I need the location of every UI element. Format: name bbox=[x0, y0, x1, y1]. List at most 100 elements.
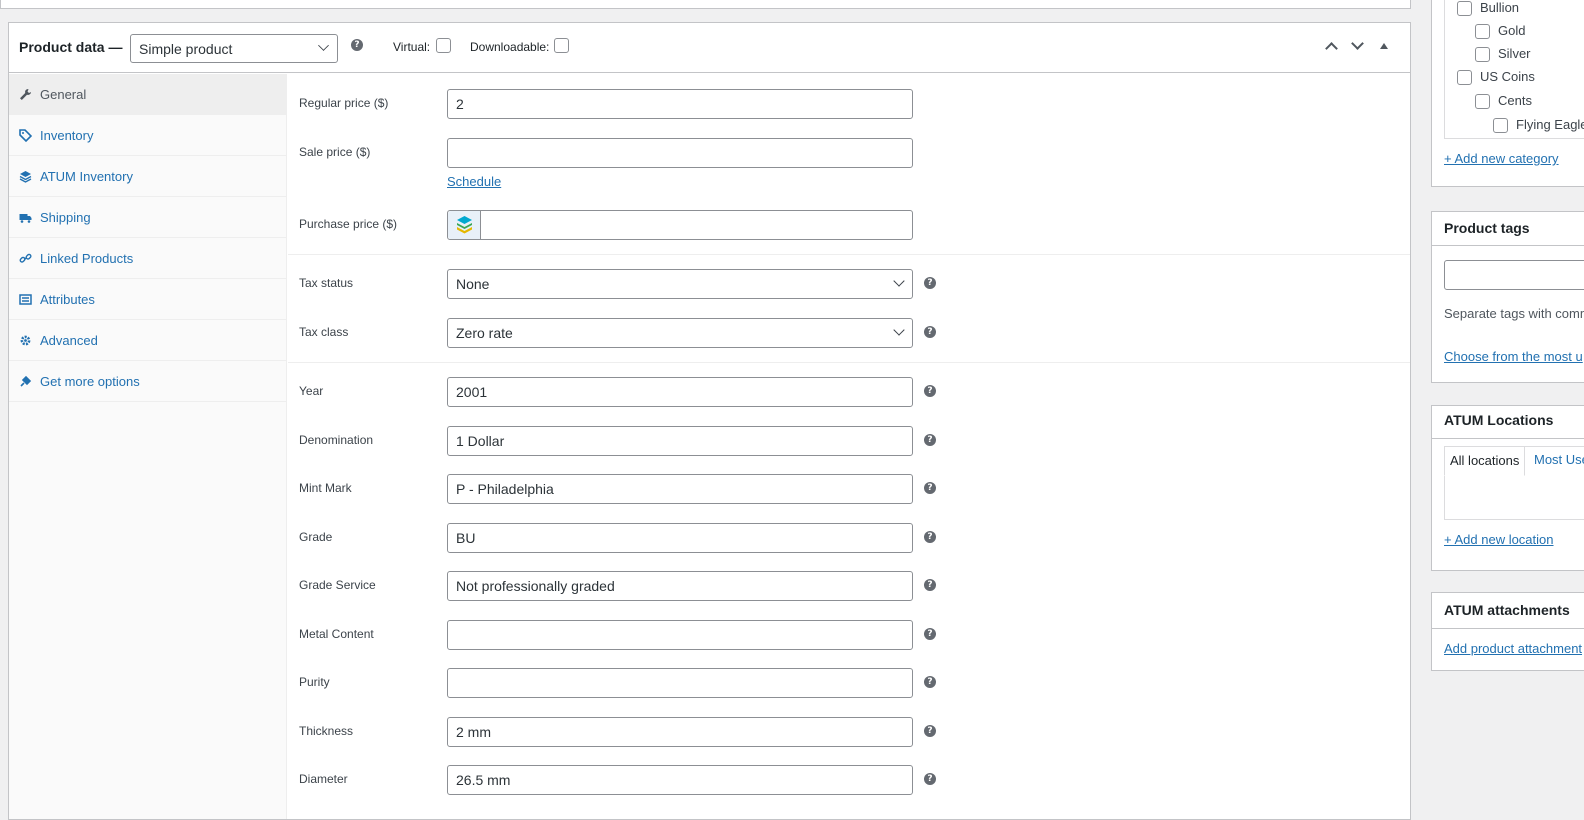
tab-label: Inventory bbox=[40, 128, 94, 143]
help-icon[interactable]: ? bbox=[924, 482, 936, 494]
grade-service-input[interactable]: Not professionally graded bbox=[447, 571, 913, 601]
choose-tags-link[interactable]: Choose from the most u bbox=[1444, 349, 1583, 364]
tax-status-select[interactable]: None bbox=[447, 269, 913, 299]
category-item[interactable]: Silver bbox=[1475, 46, 1531, 63]
divider bbox=[288, 362, 1410, 363]
tab-attributes[interactable]: Attributes bbox=[9, 279, 286, 320]
grade-input[interactable]: BU bbox=[447, 523, 913, 553]
tag-input[interactable] bbox=[1444, 260, 1584, 290]
tab-most-used[interactable]: Most Use bbox=[1534, 452, 1584, 467]
tab-get-more-options[interactable]: Get more options bbox=[9, 361, 286, 402]
divider bbox=[1432, 245, 1584, 246]
move-down-icon[interactable] bbox=[1351, 37, 1364, 50]
general-form: Regular price ($) 2 Sale price ($) Sched… bbox=[288, 74, 1410, 819]
tab-label: Shipping bbox=[40, 210, 91, 225]
help-icon[interactable]: ? bbox=[924, 579, 936, 591]
tab-shipping[interactable]: Shipping bbox=[9, 197, 286, 238]
tab-general[interactable]: General bbox=[9, 74, 286, 115]
regular-price-input[interactable]: 2 bbox=[447, 89, 913, 119]
help-icon[interactable]: ? bbox=[924, 773, 936, 785]
help-icon[interactable]: ? bbox=[924, 326, 936, 338]
help-icon[interactable]: ? bbox=[924, 531, 936, 543]
category-checkbox[interactable] bbox=[1475, 94, 1490, 110]
wrench-icon bbox=[19, 88, 32, 101]
sale-price-input[interactable] bbox=[447, 138, 913, 168]
help-icon[interactable]: ? bbox=[924, 434, 936, 446]
collapse-toggle-icon[interactable] bbox=[1380, 43, 1388, 49]
add-attachment-link[interactable]: Add product attachment bbox=[1444, 641, 1582, 656]
category-checkbox[interactable] bbox=[1457, 1, 1472, 17]
year-label: Year bbox=[299, 384, 324, 398]
help-icon[interactable]: ? bbox=[924, 676, 936, 688]
add-category-link[interactable]: + Add new category bbox=[1444, 151, 1559, 166]
product-type-select[interactable]: Simple product bbox=[130, 34, 338, 63]
add-location-link[interactable]: + Add new location bbox=[1444, 532, 1554, 547]
atum-attachments-box: ATUM attachments Add product attachment bbox=[1431, 592, 1584, 671]
atum-logo-icon bbox=[448, 211, 481, 239]
purchase-price-input[interactable] bbox=[447, 210, 913, 240]
diameter-input[interactable]: 26.5 mm bbox=[447, 765, 913, 795]
product-type-value: Simple product bbox=[139, 41, 233, 57]
category-checkbox[interactable] bbox=[1475, 24, 1490, 40]
downloadable-checkbox[interactable] bbox=[554, 38, 569, 53]
tab-all-locations[interactable]: All locations bbox=[1444, 446, 1526, 476]
tab-linked-products[interactable]: Linked Products bbox=[9, 238, 286, 279]
thickness-label: Thickness bbox=[299, 724, 354, 738]
category-item[interactable]: Bullion bbox=[1457, 0, 1519, 17]
chevron-down-icon bbox=[893, 324, 905, 336]
tab-inventory[interactable]: Inventory bbox=[9, 115, 286, 156]
atum-locations-box: ATUM Locations All locations Most Use + … bbox=[1431, 405, 1584, 571]
help-icon[interactable]: ? bbox=[351, 39, 363, 51]
category-item[interactable]: US Coins bbox=[1457, 69, 1535, 86]
virtual-checkbox[interactable] bbox=[436, 38, 451, 53]
help-icon[interactable]: ? bbox=[924, 628, 936, 640]
category-item[interactable]: Flying Eagle bbox=[1493, 117, 1584, 134]
year-input[interactable]: 2001 bbox=[447, 377, 913, 407]
product-data-tabs: General Inventory ATUM Inventory Shippin… bbox=[9, 74, 287, 819]
move-up-icon[interactable] bbox=[1325, 42, 1338, 55]
product-categories-box: Bullion Gold Silver US Coins Cents Flyin… bbox=[1431, 0, 1584, 187]
tax-class-select[interactable]: Zero rate bbox=[447, 318, 913, 348]
mint-mark-input[interactable]: P - Philadelphia bbox=[447, 474, 913, 504]
grade-service-label: Grade Service bbox=[299, 578, 376, 592]
help-icon[interactable]: ? bbox=[924, 385, 936, 397]
tab-advanced[interactable]: Advanced bbox=[9, 320, 286, 361]
diameter-label: Diameter bbox=[299, 772, 348, 786]
tab-label: Get more options bbox=[40, 374, 140, 389]
divider bbox=[1432, 628, 1584, 629]
tab-label: Advanced bbox=[40, 333, 98, 348]
category-checkbox[interactable] bbox=[1457, 70, 1472, 86]
tax-class-value: Zero rate bbox=[456, 325, 513, 341]
atum-attachments-title: ATUM attachments bbox=[1444, 602, 1570, 618]
category-checkbox[interactable] bbox=[1475, 47, 1490, 63]
grade-label: Grade bbox=[299, 530, 333, 544]
tags-hint: Separate tags with comm bbox=[1444, 306, 1584, 321]
purity-input[interactable] bbox=[447, 668, 913, 698]
truck-icon bbox=[19, 211, 32, 224]
atum-locations-title: ATUM Locations bbox=[1444, 412, 1554, 428]
category-item[interactable]: Cents bbox=[1475, 93, 1532, 110]
chevron-down-icon bbox=[318, 40, 329, 51]
product-tags-title: Product tags bbox=[1444, 220, 1530, 236]
link-icon bbox=[19, 252, 32, 265]
thickness-input[interactable]: 2 mm bbox=[447, 717, 913, 747]
list-icon bbox=[19, 293, 32, 306]
tab-label: ATUM Inventory bbox=[40, 169, 133, 184]
tab-label: Attributes bbox=[40, 292, 95, 307]
plugin-icon bbox=[19, 375, 32, 388]
help-icon[interactable]: ? bbox=[924, 725, 936, 737]
tax-class-label: Tax class bbox=[299, 325, 349, 339]
help-icon[interactable]: ? bbox=[924, 277, 936, 289]
category-checklist: Bullion Gold Silver US Coins Cents Flyin… bbox=[1444, 0, 1584, 139]
tab-label: General bbox=[40, 87, 87, 102]
product-data-header: Product data — Simple product ? Virtual:… bbox=[9, 23, 1410, 73]
denomination-input[interactable]: 1 Dollar bbox=[447, 426, 913, 456]
gear-icon bbox=[19, 334, 32, 347]
sale-price-label: Sale price ($) bbox=[299, 145, 371, 159]
tab-atum-inventory[interactable]: ATUM Inventory bbox=[9, 156, 286, 197]
schedule-link[interactable]: Schedule bbox=[447, 174, 501, 189]
metal-content-input[interactable] bbox=[447, 620, 913, 650]
tab-label: Linked Products bbox=[40, 251, 134, 266]
category-checkbox[interactable] bbox=[1493, 118, 1508, 134]
category-item[interactable]: Gold bbox=[1475, 23, 1525, 40]
